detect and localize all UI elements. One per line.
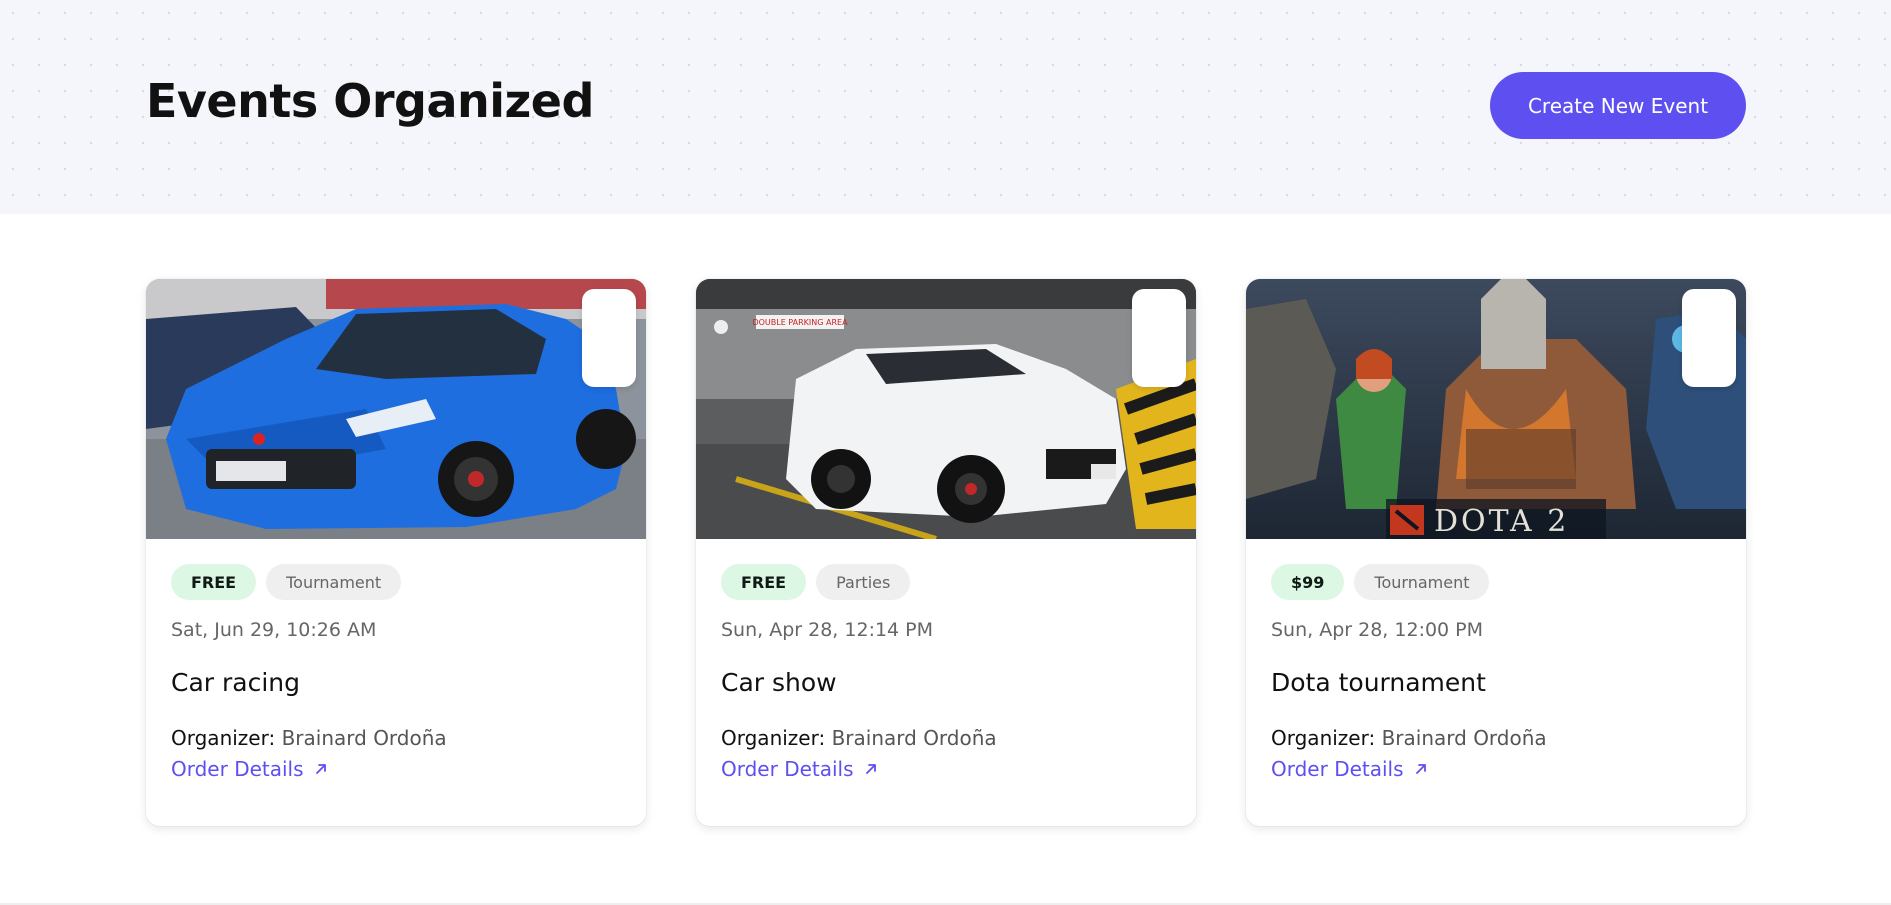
- arrow-up-right-icon: [1415, 764, 1426, 774]
- category-badge: Tournament: [266, 564, 402, 600]
- event-image[interactable]: [146, 279, 646, 539]
- trash-icon[interactable]: [597, 349, 646, 539]
- order-details-label: Order Details: [1271, 757, 1404, 781]
- price-badge: FREE: [721, 564, 807, 600]
- event-organizer: Organizer: Brainard Ordoña: [171, 726, 447, 750]
- trash-icon[interactable]: [1697, 349, 1746, 539]
- page-title: Events Organized: [146, 74, 594, 128]
- category-badge: Tournament: [1354, 564, 1490, 600]
- organizer-name: Brainard Ordoña: [281, 726, 447, 750]
- event-image[interactable]: DOUBLE PARKING AREA: [696, 279, 1196, 539]
- event-image[interactable]: DOTA 2: [1246, 279, 1746, 539]
- organizer-label: Organizer:: [1271, 726, 1376, 750]
- event-organizer: Organizer: Brainard Ordoña: [721, 726, 997, 750]
- event-card-list: FREE Tournament Sat, Jun 29, 10:26 AM Ca…: [146, 279, 1746, 826]
- organizer-label: Organizer:: [171, 726, 276, 750]
- dota-logo-text: DOTA 2: [1434, 504, 1569, 539]
- white-car-photo: DOUBLE PARKING AREA: [696, 279, 1196, 539]
- event-tags: FREE Tournament: [171, 564, 402, 600]
- event-title: Car show: [721, 668, 837, 697]
- event-card: DOTA 2 $99 Tournament Sun, Apr 28, 12:00…: [1246, 279, 1746, 826]
- event-title: Car racing: [171, 668, 301, 697]
- price-badge: $99: [1271, 564, 1345, 600]
- organizer-name: Brainard Ordoña: [1381, 726, 1547, 750]
- dota-2-artwork: DOTA 2: [1246, 279, 1746, 539]
- organizer-label: Organizer:: [721, 726, 826, 750]
- trash-icon[interactable]: [1147, 349, 1196, 539]
- event-title: Dota tournament: [1271, 668, 1486, 697]
- event-tags: $99 Tournament: [1271, 564, 1490, 600]
- order-details-label: Order Details: [171, 757, 304, 781]
- order-details-label: Order Details: [721, 757, 854, 781]
- arrow-up-right-icon: [865, 764, 876, 774]
- event-organizer: Organizer: Brainard Ordoña: [1271, 726, 1547, 750]
- card-actions: [582, 289, 636, 387]
- blue-car-photo: [146, 279, 646, 539]
- order-details-link[interactable]: Order Details: [1271, 757, 1428, 781]
- event-tags: FREE Parties: [721, 564, 911, 600]
- event-date: Sat, Jun 29, 10:26 AM: [171, 619, 377, 641]
- event-date: Sun, Apr 28, 12:00 PM: [1271, 619, 1484, 641]
- organizer-name: Brainard Ordoña: [831, 726, 997, 750]
- create-new-event-button[interactable]: Create New Event: [1490, 72, 1746, 139]
- order-details-link[interactable]: Order Details: [721, 757, 878, 781]
- category-badge: Parties: [816, 564, 911, 600]
- event-card: DOUBLE PARKING AREA FREE Parties Sun, Ap…: [696, 279, 1196, 826]
- order-details-link[interactable]: Order Details: [171, 757, 328, 781]
- event-card: FREE Tournament Sat, Jun 29, 10:26 AM Ca…: [146, 279, 646, 826]
- arrow-up-right-icon: [315, 764, 326, 774]
- event-date: Sun, Apr 28, 12:14 PM: [721, 619, 934, 641]
- page-header: Events Organized Create New Event: [0, 0, 1891, 214]
- card-actions: [1132, 289, 1186, 387]
- parking-sign-text: DOUBLE PARKING AREA: [752, 318, 848, 327]
- card-actions: [1682, 289, 1736, 387]
- price-badge: FREE: [171, 564, 257, 600]
